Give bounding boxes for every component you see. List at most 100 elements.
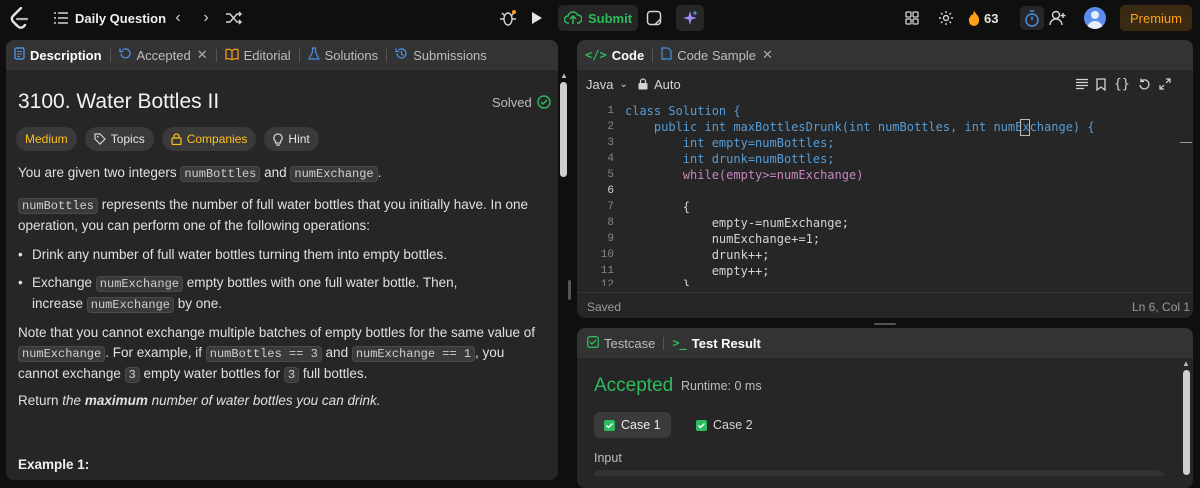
prev-question-button[interactable]: ‹ <box>171 8 185 28</box>
auto-mode-toggle[interactable]: Auto <box>638 76 681 92</box>
description-paragraph-3: Note that you cannot exchange multiple b… <box>18 323 548 385</box>
case-2-button[interactable]: Case 2 <box>686 412 763 438</box>
case-1-label: Case 1 <box>621 418 661 432</box>
companies-chip[interactable]: Companies <box>161 127 257 151</box>
tab-testcase-label: Testcase <box>604 335 656 351</box>
code-line[interactable]: int empty=numBottles; <box>625 136 835 150</box>
language-label: Java <box>586 76 614 92</box>
line-number: 5 <box>607 169 614 181</box>
code-line[interactable]: empty-=numExchange; <box>625 216 849 230</box>
cloud-upload-icon <box>564 11 582 25</box>
checkbox-icon <box>696 419 707 431</box>
close-icon[interactable]: ✕ <box>197 47 208 63</box>
line-number: 4 <box>607 153 614 165</box>
text: Note that you cannot exchange multiple b… <box>18 325 536 340</box>
tab-accepted[interactable]: Accepted ✕ <box>113 40 214 70</box>
description-panel: Description Accepted ✕ Editorial Solutio… <box>6 40 558 480</box>
inline-code: 3 <box>124 367 140 383</box>
notes-icon[interactable] <box>644 8 664 28</box>
code-line[interactable]: empty++; <box>625 264 770 278</box>
tab-code-label: Code <box>611 47 645 63</box>
timer-icon[interactable] <box>1020 6 1044 30</box>
close-icon[interactable]: ✕ <box>762 47 773 63</box>
add-friend-icon[interactable] <box>1048 8 1068 28</box>
checkbox-icon <box>587 335 599 351</box>
auto-mode-label: Auto <box>654 76 681 92</box>
streak-counter[interactable]: 63 <box>968 8 998 28</box>
code-line[interactable]: int drunk=numBottles; <box>625 152 835 166</box>
code-tab-bar: </> Code Code Sample ✕ <box>577 40 1193 70</box>
streak-count: 63 <box>984 10 999 26</box>
tab-description[interactable]: Description <box>6 40 108 70</box>
next-question-button[interactable]: › <box>199 8 213 28</box>
inline-code: numBottles == 3 <box>205 346 322 362</box>
code-line[interactable]: class Solution { <box>625 104 741 118</box>
tag-row: Medium Topics Companies Hint <box>16 127 327 151</box>
settings-gear-icon[interactable] <box>936 8 956 28</box>
run-button[interactable] <box>526 8 548 28</box>
tab-solutions[interactable]: Solutions <box>302 40 384 70</box>
leetcode-logo-icon[interactable] <box>8 7 30 29</box>
expand-icon[interactable] <box>1159 78 1171 90</box>
line-number: 7 <box>607 201 614 213</box>
code-line[interactable]: { <box>625 200 690 214</box>
tab-separator <box>109 48 111 62</box>
ai-sparkle-icon[interactable] <box>676 5 704 31</box>
bookmark-icon[interactable] <box>1096 77 1106 91</box>
chevron-down-icon: ⌄ <box>619 78 628 90</box>
inline-code: numExchange <box>95 276 184 292</box>
companies-label: Companies <box>186 132 248 146</box>
line-number: 8 <box>607 217 614 229</box>
result-scrollbar[interactable] <box>1183 370 1190 475</box>
daily-question-menu[interactable]: Daily Question <box>54 9 166 27</box>
tab-editorial[interactable]: Editorial <box>219 40 297 70</box>
solved-label: Solved <box>492 94 532 110</box>
tab-code[interactable]: </> Code <box>577 40 650 70</box>
layout-grid-icon[interactable] <box>903 9 921 27</box>
code-line[interactable]: } <box>625 278 690 286</box>
shuffle-icon[interactable] <box>225 10 243 26</box>
hint-chip[interactable]: Hint <box>264 127 319 151</box>
submit-button[interactable]: Submit <box>558 5 639 31</box>
scroll-up-arrow[interactable]: ▲ <box>1181 358 1191 368</box>
tab-separator <box>386 48 388 62</box>
braces-icon[interactable]: {} <box>1114 77 1130 92</box>
text: full bottles. <box>299 366 368 381</box>
horizontal-resize-handle[interactable] <box>874 323 896 325</box>
language-select[interactable]: Java ⌄ <box>586 76 628 92</box>
case-1-button[interactable]: Case 1 <box>594 412 671 438</box>
tab-submissions[interactable]: Submissions <box>389 40 493 70</box>
editor-toolbar: {} <box>1076 76 1171 92</box>
input-box-top <box>594 470 1164 476</box>
description-scrollbar[interactable] <box>560 82 567 177</box>
text: by one. <box>174 296 223 311</box>
debug-icon[interactable] <box>496 8 520 28</box>
code-line[interactable]: numExchange+=1; <box>625 232 820 246</box>
description-paragraph-4: Return the maximum number of water bottl… <box>18 391 538 411</box>
bullet-dot: • <box>18 275 23 290</box>
save-status: Saved <box>587 300 622 314</box>
tab-code-sample[interactable]: Code Sample ✕ <box>655 40 779 70</box>
input-label: Input <box>594 451 622 465</box>
avatar[interactable] <box>1084 7 1106 29</box>
reset-icon[interactable] <box>1138 78 1151 91</box>
result-panel: Testcase >_ Test Result <box>577 328 1193 488</box>
result-tab-bar: Testcase >_ Test Result <box>577 328 1193 358</box>
panel-resize-handle[interactable] <box>568 280 571 300</box>
code-line[interactable]: while(empty>=numExchange) <box>625 168 864 182</box>
hint-label: Hint <box>288 132 310 146</box>
code-line[interactable]: drunk++; <box>625 248 770 262</box>
text: . For example, if <box>105 345 206 360</box>
topics-chip[interactable]: Topics <box>84 127 154 151</box>
format-icon[interactable] <box>1076 78 1088 90</box>
inline-code: numExchange <box>290 166 378 182</box>
text: Exchange <box>32 275 96 290</box>
topics-label: Topics <box>110 132 145 146</box>
premium-label: Premium <box>1129 10 1182 26</box>
tab-test-result[interactable]: >_ Test Result <box>666 328 767 358</box>
scroll-up-arrow[interactable]: ▲ <box>559 70 569 80</box>
line-number: 6 <box>607 185 614 197</box>
cursor-position: Ln 6, Col 1 <box>1132 300 1191 314</box>
premium-button[interactable]: Premium <box>1120 5 1192 31</box>
tab-testcase[interactable]: Testcase <box>577 328 661 358</box>
